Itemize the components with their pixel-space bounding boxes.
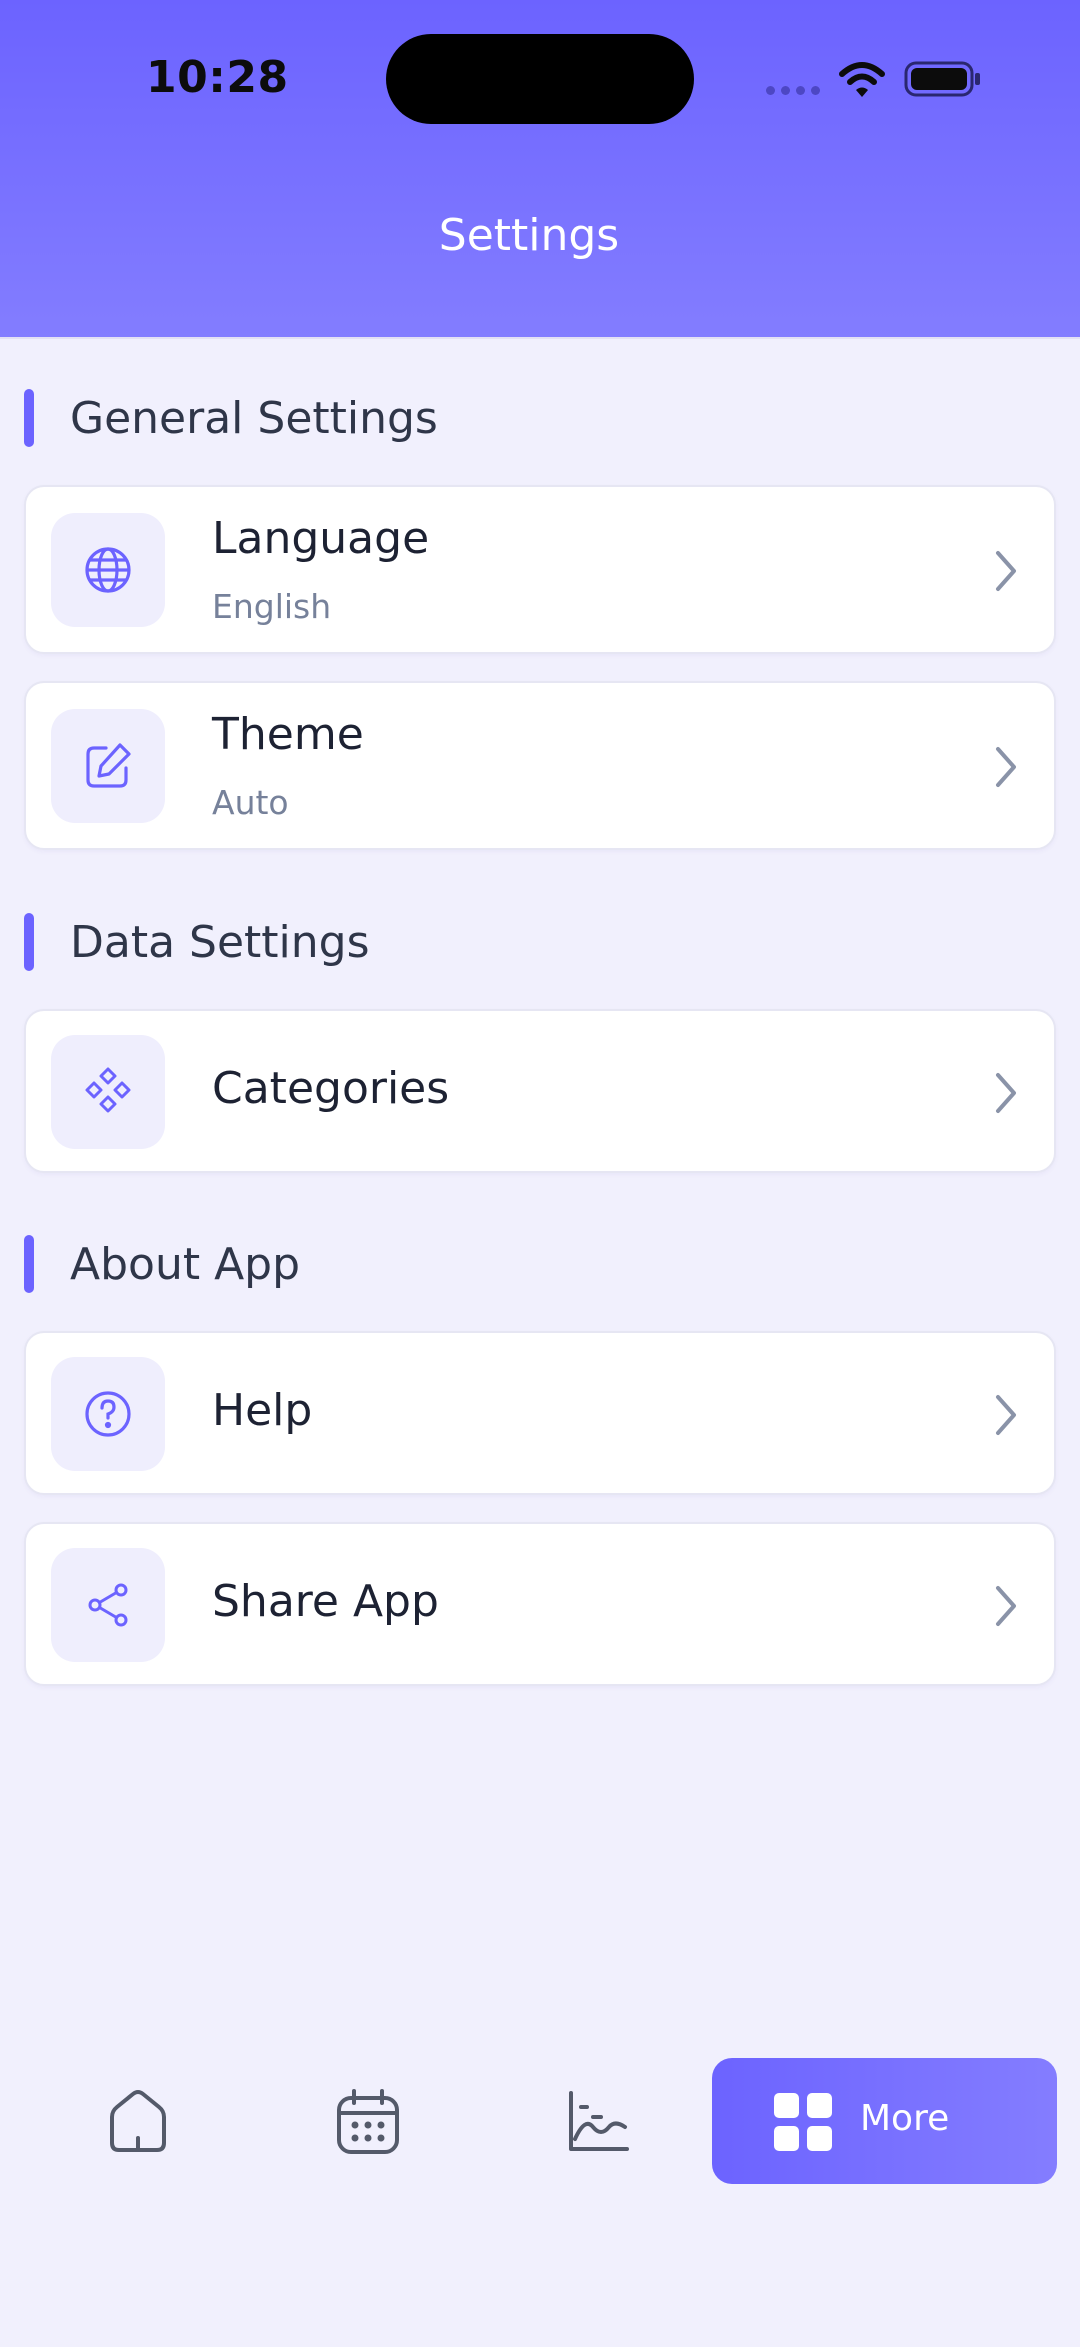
globe-icon: [85, 547, 131, 593]
wifi-icon: [839, 62, 885, 97]
section-title: General Settings: [70, 392, 438, 444]
setting-item-label: Categories: [212, 1063, 450, 1114]
setting-icon-box: [51, 1548, 165, 1662]
help-icon: [85, 1391, 131, 1437]
setting-icon-box: [51, 1035, 165, 1149]
chevron-right-icon: [996, 747, 1016, 787]
status-time: 10:28: [146, 52, 289, 103]
grid-icon: [774, 2093, 832, 2151]
chart-icon[interactable]: [563, 2087, 633, 2157]
setting-item-value: Auto: [212, 783, 289, 822]
section-header-about: About App: [24, 1235, 300, 1293]
chevron-right-icon: [996, 551, 1016, 591]
battery-icon: [904, 61, 980, 97]
setting-icon-box: [51, 709, 165, 823]
section-header-general: General Settings: [24, 389, 438, 447]
header: 10:28 Settings: [0, 0, 1080, 339]
setting-item-share-app[interactable]: Share App: [24, 1522, 1056, 1686]
setting-item-label: Help: [212, 1385, 313, 1436]
section-title: Data Settings: [70, 916, 370, 968]
chevron-right-icon: [996, 1073, 1016, 1113]
setting-item-value: English: [212, 587, 332, 626]
edit-icon: [86, 743, 131, 788]
settings-screen: 10:28 Settings General Settings Language…: [0, 0, 1080, 2347]
setting-icon-box: [51, 513, 165, 627]
setting-icon-box: [51, 1357, 165, 1471]
category-icon: [85, 1067, 131, 1113]
setting-item-categories[interactable]: Categories: [24, 1009, 1056, 1173]
share-icon: [88, 1583, 128, 1627]
setting-item-help[interactable]: Help: [24, 1331, 1056, 1495]
nav-more-button[interactable]: More: [712, 2058, 1057, 2184]
cellular-signal-icon: [766, 86, 820, 95]
home-icon[interactable]: [103, 2087, 173, 2157]
setting-item-label: Theme: [212, 709, 364, 760]
section-accent-bar: [24, 913, 34, 971]
page-title: Settings: [438, 210, 620, 261]
calendar-icon[interactable]: [333, 2087, 403, 2157]
setting-item-label: Share App: [212, 1576, 439, 1627]
chevron-right-icon: [996, 1395, 1016, 1435]
setting-item-language[interactable]: Language English: [24, 485, 1056, 654]
setting-item-theme[interactable]: Theme Auto: [24, 681, 1056, 850]
chevron-right-icon: [996, 1586, 1016, 1626]
section-accent-bar: [24, 1235, 34, 1293]
dynamic-island: [386, 34, 694, 124]
section-title: About App: [70, 1238, 301, 1290]
section-header-data: Data Settings: [24, 913, 370, 971]
nav-more-label: More: [860, 2098, 950, 2139]
section-accent-bar: [24, 389, 34, 447]
setting-item-label: Language: [212, 513, 430, 564]
